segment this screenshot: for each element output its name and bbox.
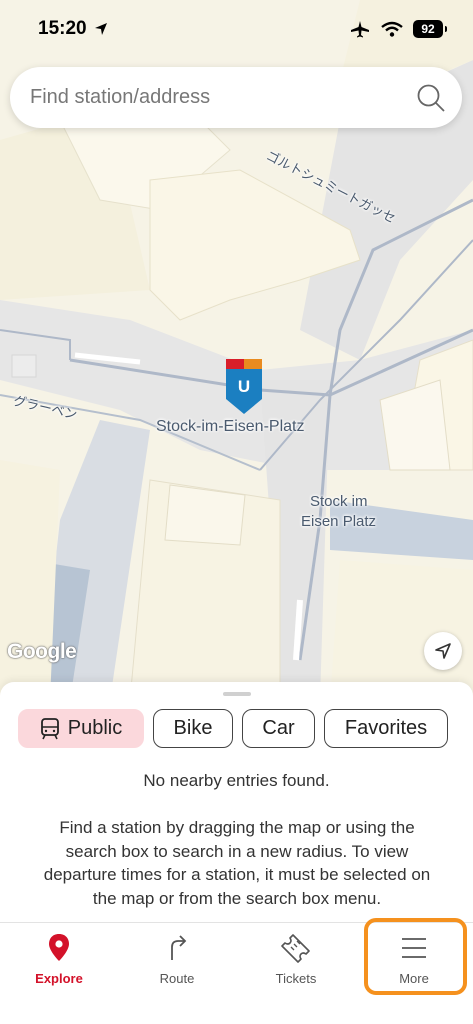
search-bar[interactable]	[10, 67, 462, 128]
more-tab-highlight	[364, 918, 467, 995]
location-services-icon	[94, 23, 107, 35]
filter-bike-label: Bike	[173, 717, 213, 739]
location-arrow-icon	[435, 643, 451, 659]
sheet-grabber[interactable]	[223, 692, 251, 696]
airplane-mode-icon	[351, 21, 369, 38]
filter-public[interactable]: Public	[18, 709, 144, 748]
help-text: Find a station by dragging the map or us…	[43, 818, 431, 908]
filter-favorites-label: Favorites	[344, 717, 428, 739]
map-pin-icon	[49, 934, 69, 961]
tab-explore[interactable]: Explore	[9, 933, 109, 986]
station-marker[interactable]: U	[226, 359, 262, 417]
battery-indicator: 92	[413, 20, 447, 38]
station-name-label: Stock-im-Eisen-Platz	[156, 418, 305, 435]
empty-state-message: No nearby entries found.	[143, 771, 330, 790]
tram-icon	[40, 717, 59, 739]
stop-label-line2: Eisen Platz	[301, 513, 377, 530]
status-time: 15:20	[38, 18, 87, 39]
filter-car[interactable]: Car	[242, 709, 315, 748]
u-bahn-marker-icon: U	[226, 359, 262, 414]
search-icon[interactable]	[416, 83, 446, 113]
locate-me-button[interactable]	[424, 632, 462, 670]
status-bar: 15:20 92	[0, 0, 473, 58]
bottom-sheet: Public Bike Car Favorites No nearby entr…	[0, 682, 473, 922]
stop-label-line1: Stock im	[310, 493, 368, 510]
tab-tickets-label: Tickets	[275, 971, 317, 986]
tab-explore-label: Explore	[35, 971, 83, 986]
filter-bike[interactable]: Bike	[153, 709, 233, 748]
filter-chips: Public Bike Car Favorites	[18, 709, 448, 748]
filter-favorites[interactable]: Favorites	[324, 709, 448, 748]
wifi-icon	[381, 21, 403, 37]
marker-letter: U	[238, 377, 250, 396]
tab-route[interactable]: Route	[127, 933, 227, 986]
turn-arrow-icon	[171, 935, 187, 960]
search-input[interactable]	[30, 86, 416, 109]
tab-route-label: Route	[159, 971, 195, 986]
filter-car-label: Car	[262, 717, 295, 739]
filter-public-label: Public	[67, 717, 123, 739]
ticket-icon	[281, 934, 310, 963]
google-attribution: Google	[7, 640, 77, 663]
tab-tickets[interactable]: Tickets	[246, 933, 346, 986]
